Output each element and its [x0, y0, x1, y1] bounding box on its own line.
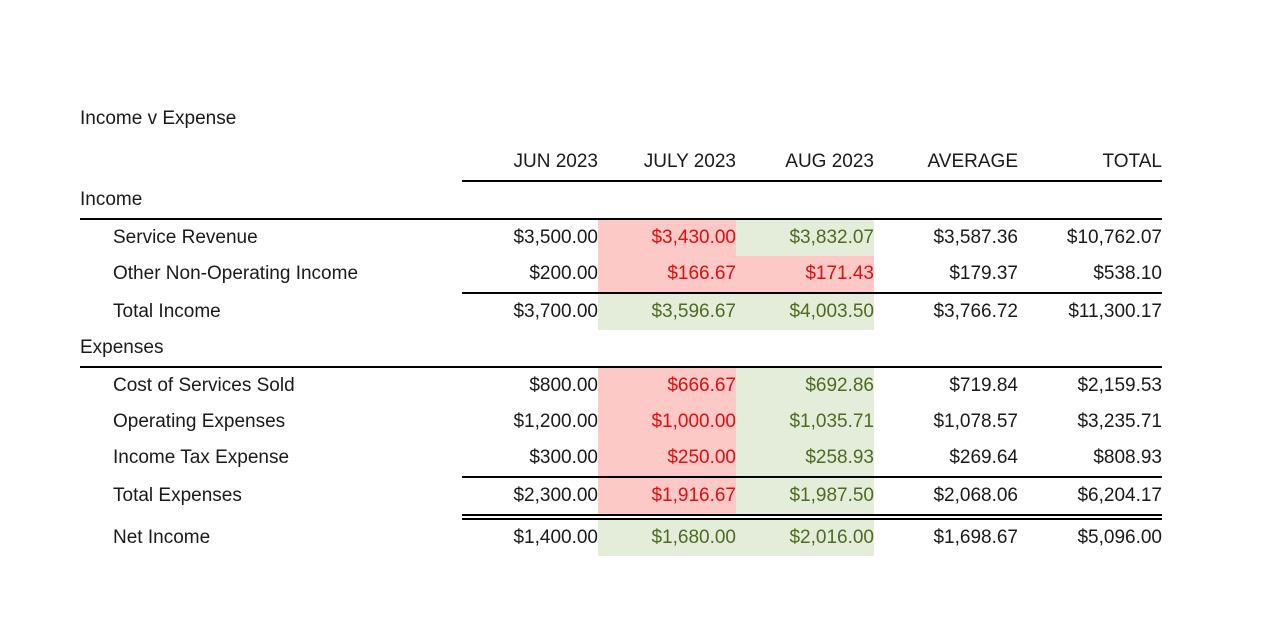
table-row-total-expenses: Total Expenses $2,300.00 $1,916.67 $1,98…: [80, 478, 1162, 514]
table-row: Operating Expenses $1,200.00 $1,000.00 $…: [80, 404, 1162, 440]
cell-average: $1,698.67: [933, 527, 1018, 548]
cell-aug: $4,003.50: [736, 294, 874, 330]
cell-jun: $200.00: [529, 263, 598, 284]
cell-total: $2,159.53: [1077, 375, 1162, 396]
cell-july: $666.67: [598, 368, 736, 404]
row-label: Service Revenue: [113, 227, 258, 248]
cell-jun: $2,300.00: [513, 485, 598, 506]
cell-average: $179.37: [949, 263, 1018, 284]
cell-average: $719.84: [949, 375, 1018, 396]
table-row-net-income: Net Income $1,400.00 $1,680.00 $2,016.00…: [80, 520, 1162, 556]
cell-average: $3,766.72: [933, 301, 1018, 322]
cell-aug: $692.86: [736, 368, 874, 404]
cell-july: $1,680.00: [598, 520, 736, 556]
table-row-total-income: Total Income $3,700.00 $3,596.67 $4,003.…: [80, 294, 1162, 330]
row-label: Income Tax Expense: [113, 447, 290, 468]
cell-total: $3,235.71: [1077, 411, 1162, 432]
column-header-july: JULY 2023: [643, 151, 736, 172]
table-header-row: JUN 2023 JULY 2023 AUG 2023 AVERAGE TOTA…: [80, 144, 1163, 180]
cell-july: $250.00: [598, 440, 736, 476]
income-expense-report: Income v Expense JUN 2023 JULY 2023 AUG …: [80, 108, 1162, 556]
cell-total: $808.93: [1093, 447, 1162, 468]
cell-jun: $3,700.00: [513, 301, 598, 322]
row-label: Total Expenses: [113, 485, 242, 506]
column-header-jun: JUN 2023: [513, 151, 599, 172]
cell-aug: $1,987.50: [736, 478, 874, 514]
cell-july: $3,596.67: [598, 294, 736, 330]
column-header-average: AVERAGE: [927, 151, 1018, 172]
cell-average: $269.64: [949, 447, 1018, 468]
section-heading-expenses: Expenses: [80, 337, 164, 358]
section-heading-income: Income: [80, 189, 143, 210]
row-label: Total Income: [113, 301, 221, 322]
table-row: Service Revenue $3,500.00 $3,430.00 $3,8…: [80, 220, 1162, 256]
cell-jun: $1,400.00: [513, 527, 598, 548]
section-heading-row-income: Income: [80, 182, 1162, 218]
row-label: Operating Expenses: [113, 411, 286, 432]
cell-aug: $258.93: [736, 440, 874, 476]
row-label: Net Income: [113, 527, 211, 548]
cell-aug: $3,832.07: [736, 220, 874, 256]
cell-total: $6,204.17: [1077, 485, 1162, 506]
column-header-aug: AUG 2023: [785, 151, 874, 172]
column-header-blank: [80, 144, 462, 180]
cell-average: $2,068.06: [933, 485, 1018, 506]
row-label: Other Non-Operating Income: [113, 263, 359, 284]
cell-jun: $1,200.00: [513, 411, 598, 432]
cell-aug: $2,016.00: [736, 520, 874, 556]
column-header-total: TOTAL: [1102, 151, 1162, 172]
cell-average: $1,078.57: [933, 411, 1018, 432]
financial-table: JUN 2023 JULY 2023 AUG 2023 AVERAGE TOTA…: [80, 144, 1162, 556]
cell-total: $10,762.07: [1066, 227, 1162, 248]
cell-total: $5,096.00: [1077, 527, 1162, 548]
table-row: Cost of Services Sold $800.00 $666.67 $6…: [80, 368, 1162, 404]
cell-july: $1,000.00: [598, 404, 736, 440]
table-row: Income Tax Expense $300.00 $250.00 $258.…: [80, 440, 1162, 476]
cell-jun: $800.00: [529, 375, 598, 396]
row-label: Cost of Services Sold: [113, 375, 295, 396]
cell-aug: $171.43: [736, 256, 874, 292]
cell-jun: $3,500.00: [513, 227, 598, 248]
section-heading-row-expenses: Expenses: [80, 330, 1162, 366]
cell-july: $1,916.67: [598, 478, 736, 514]
cell-aug: $1,035.71: [736, 404, 874, 440]
table-row: Other Non-Operating Income $200.00 $166.…: [80, 256, 1162, 292]
cell-average: $3,587.36: [933, 227, 1018, 248]
cell-total: $11,300.17: [1068, 301, 1162, 322]
cell-july: $166.67: [598, 256, 736, 292]
page-title: Income v Expense: [80, 108, 237, 129]
cell-july: $3,430.00: [598, 220, 736, 256]
cell-jun: $300.00: [529, 447, 598, 468]
cell-total: $538.10: [1093, 263, 1162, 284]
